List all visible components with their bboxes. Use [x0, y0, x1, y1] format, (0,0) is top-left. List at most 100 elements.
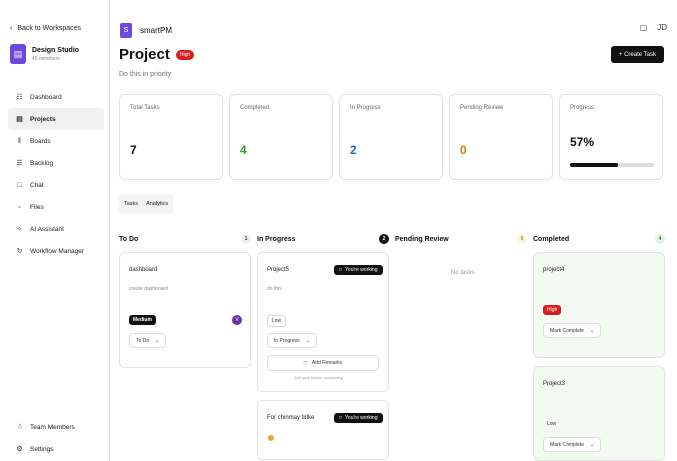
- column-header: To Do 1: [119, 232, 251, 246]
- stat-card-progress: Progress 57%: [559, 94, 663, 180]
- sidebar-item-files[interactable]: ▫ Files: [8, 196, 104, 218]
- workspace-name: Design Studio: [32, 46, 80, 54]
- projects-icon: ▤: [16, 116, 23, 123]
- lock-icon: □: [339, 267, 343, 273]
- sidebar-item-label: Settings: [30, 445, 54, 453]
- priority-badge: High: [175, 49, 195, 60]
- sidebar-item-label: Dashboard: [30, 93, 62, 101]
- stat-card-completed: Completed 4: [229, 94, 333, 180]
- stat-value: 4: [240, 143, 247, 157]
- task-title: Project5: [267, 267, 290, 273]
- top-bar-actions: ▢ JD: [640, 23, 667, 32]
- task-description: do this: [267, 286, 282, 292]
- brand-name: smartPM: [140, 25, 172, 35]
- sidebar-item-label: Backlog: [30, 159, 54, 167]
- sidebar-item-backlog[interactable]: ☰ Backlog: [8, 152, 104, 174]
- priority-pill: Low: [267, 315, 287, 327]
- chevron-down-icon: ⌄: [155, 337, 160, 344]
- project-description: Do this in priority: [119, 71, 172, 78]
- bell-icon[interactable]: ▢: [640, 23, 648, 32]
- priority-pill: Medium: [129, 315, 156, 325]
- lock-icon: □: [339, 415, 343, 421]
- chat-icon: □: [17, 181, 22, 189]
- sidebar-item-settings[interactable]: ⚙ Settings: [8, 438, 104, 460]
- workspace-members: 45 members: [32, 55, 60, 62]
- column-count: 0: [517, 234, 527, 244]
- task-description: create dashboard: [129, 286, 168, 292]
- sidebar-item-label: Workflow Manager: [30, 247, 85, 255]
- working-badge: □ You're working: [334, 413, 383, 423]
- tab-analytics[interactable]: Analytics: [144, 198, 170, 210]
- user-avatar[interactable]: JD: [657, 23, 667, 32]
- assignee-avatar: V: [232, 315, 242, 325]
- stat-card-total: Total Tasks 7: [119, 94, 223, 180]
- column-completed: Completed 4 project4 High Mark Complete …: [533, 232, 665, 461]
- column-header: Pending Review 0: [395, 232, 527, 246]
- main-content: Project High Do this in priority + Creat…: [111, 46, 677, 461]
- column-header: Completed 4: [533, 232, 665, 246]
- sidebar-item-team-members[interactable]: ☃ Team Members: [8, 416, 104, 438]
- action-value: Mark Complete: [550, 327, 584, 334]
- sidebar-item-boards[interactable]: ‖ Boards: [8, 130, 104, 152]
- sidebar-item-ai-assistant[interactable]: ✧ AI Assistant: [8, 218, 104, 240]
- column-title: Completed: [533, 235, 570, 243]
- progress-bar: [570, 163, 654, 167]
- column-count: 1: [241, 234, 251, 244]
- sidebar: ‹ Back to Workspaces ▤ Design Studio 45 …: [0, 0, 110, 461]
- sidebar-item-label: Team Members: [30, 423, 75, 431]
- task-card-dashboard[interactable]: dashboard create dashboard Medium V To D…: [119, 252, 251, 368]
- comment-icon: □: [303, 360, 307, 366]
- page-title: Project: [119, 46, 170, 63]
- sidebar-item-chat[interactable]: □ Chat: [8, 174, 104, 196]
- column-count: 2: [379, 234, 389, 244]
- stat-label: Total Tasks: [130, 105, 160, 111]
- back-label: Back to Workspaces: [17, 25, 82, 32]
- stat-label: Progress: [570, 105, 595, 111]
- column-in-progress: In Progress 2 Project5 □ You're working …: [257, 232, 389, 460]
- task-card-chinmay[interactable]: For chinmay tidke □ You're working: [257, 400, 389, 460]
- mark-complete-select[interactable]: Mark Complete ⌄: [543, 437, 602, 452]
- stat-value: 2: [350, 143, 357, 157]
- backlog-icon: ☰: [16, 160, 23, 167]
- tab-tasks[interactable]: Tasks: [122, 198, 140, 210]
- sidebar-item-dashboard[interactable]: ☷ Dashboard: [8, 86, 104, 108]
- chevron-down-icon: ⌄: [589, 327, 595, 334]
- priority-pill: High: [543, 305, 562, 315]
- create-task-button[interactable]: + Create Task: [610, 46, 664, 63]
- remarks-hint: Add your before completing: [294, 375, 343, 380]
- working-label: You're working: [345, 415, 378, 421]
- workspace-switcher[interactable]: ▤ Design Studio 45 members: [10, 44, 79, 64]
- back-to-workspaces-link[interactable]: ‹ Back to Workspaces: [10, 25, 81, 32]
- app-root: ‹ Back to Workspaces ▤ Design Studio 45 …: [0, 0, 677, 461]
- status-select[interactable]: In Progress ⌄: [267, 333, 317, 348]
- stat-label: Pending Review: [460, 105, 504, 111]
- sidebar-item-projects[interactable]: ▤ Projects: [8, 108, 104, 130]
- column-header: In Progress 2: [257, 232, 389, 246]
- task-card-project3[interactable]: Project3 Low Mark Complete ⌄: [533, 366, 665, 461]
- column-title: To Do: [119, 235, 139, 243]
- sparkle-icon: ✧: [16, 226, 23, 233]
- dashboard-icon: ☷: [16, 94, 23, 101]
- status-select[interactable]: To Do ⌄: [129, 333, 167, 348]
- stat-label: Completed: [240, 105, 270, 111]
- column-pending-review: Pending Review 0 No tasks: [395, 232, 527, 276]
- boards-icon: ‖: [18, 137, 21, 145]
- stat-label: In Progress: [350, 105, 381, 111]
- page-title-row: Project High: [119, 46, 195, 63]
- chevron-down-icon: ⌄: [305, 337, 310, 344]
- column-count: 4: [655, 234, 665, 244]
- working-label: You're working: [345, 267, 378, 273]
- mark-complete-select[interactable]: Mark Complete ⌄: [543, 323, 602, 338]
- working-badge: □ You're working: [334, 265, 383, 275]
- chevron-left-icon: ‹: [10, 25, 13, 32]
- gear-icon: ⚙: [16, 446, 23, 453]
- task-card-project4[interactable]: project4 High Mark Complete ⌄: [533, 252, 665, 358]
- add-remarks-button[interactable]: □ Add Remarks: [267, 355, 379, 371]
- sidebar-item-label: Projects: [30, 115, 56, 123]
- task-title: dashboard: [129, 267, 158, 273]
- sidebar-item-workflow-manager[interactable]: ↻ Workflow Manager: [8, 240, 104, 262]
- view-tabs: Tasks Analytics: [119, 194, 174, 214]
- sidebar-item-label: Boards: [30, 137, 51, 145]
- workspace-logo-icon: ▤: [10, 44, 26, 64]
- task-card-project5[interactable]: Project5 □ You're working do this Low In…: [257, 252, 389, 392]
